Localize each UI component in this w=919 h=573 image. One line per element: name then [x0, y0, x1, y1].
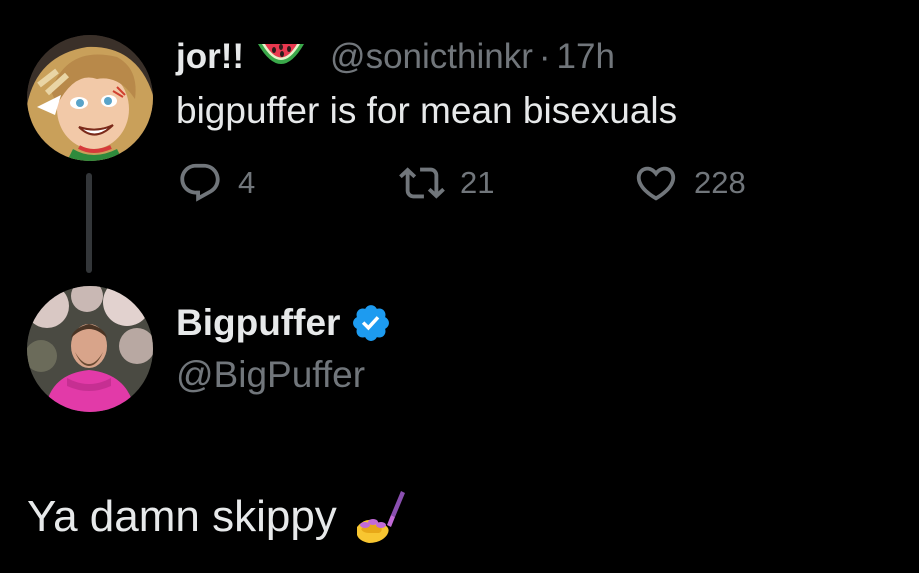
retweet-icon [399, 167, 445, 199]
reply-display-name[interactable]: Bigpuffer [176, 300, 340, 346]
heart-icon [636, 166, 676, 201]
header-separator: · [538, 37, 551, 76]
parent-handle[interactable]: @sonicthinkr [330, 36, 533, 78]
like-button[interactable]: 228 [632, 160, 746, 206]
parent-display-name[interactable]: jor!! [176, 36, 244, 78]
reply-avatar[interactable] [27, 286, 153, 412]
parent-avatar[interactable] [27, 35, 153, 161]
watermelon-emoji-icon [254, 36, 308, 78]
parent-tweet-text: bigpuffer is for mean bisexuals [176, 90, 678, 131]
thread-connector-line [86, 173, 92, 273]
photo-avatar-image [27, 286, 153, 412]
tweet-thread: jor!! @sonicthinkr · 17h bigpuffer is fo… [0, 0, 919, 573]
parent-tweet-actions: 4 21 228 [176, 160, 776, 206]
retweet-count: 21 [460, 165, 495, 200]
reply-tweet-body: Ya damn skippy [27, 487, 411, 547]
cartoon-avatar-image [27, 35, 153, 161]
reply-name-row: Bigpuffer [176, 300, 392, 346]
reply-tweet-text: Ya damn skippy [27, 492, 337, 541]
verified-badge-icon[interactable] [350, 302, 392, 344]
reply-count: 4 [238, 165, 256, 200]
nail-polish-emoji-icon [351, 487, 411, 547]
reply-button[interactable]: 4 [176, 160, 255, 206]
like-count: 228 [694, 165, 746, 200]
reply-handle[interactable]: @BigPuffer [176, 352, 365, 398]
reply-icon [180, 163, 220, 202]
parent-timestamp[interactable]: 17h [557, 36, 615, 78]
parent-tweet-header: jor!! @sonicthinkr · 17h [176, 36, 615, 78]
retweet-button[interactable]: 21 [398, 160, 494, 206]
